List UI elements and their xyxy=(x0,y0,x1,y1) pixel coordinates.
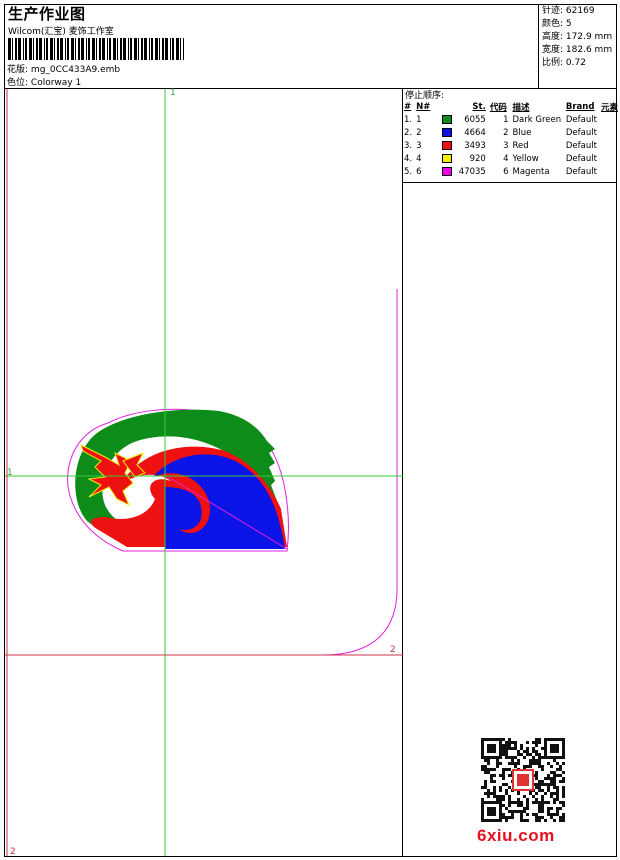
col-needle: N# xyxy=(416,101,431,112)
magenta-corner-arc xyxy=(322,289,398,656)
row-brand: Default xyxy=(565,127,597,138)
row-index: 2. xyxy=(404,127,413,138)
row-index: 5. xyxy=(404,166,413,177)
row-description: Dark Green xyxy=(512,114,562,125)
table-header-row: # N# St. 代码 描述 Brand 元素 xyxy=(402,100,620,113)
row-needle: 1 xyxy=(416,114,422,125)
col-element: 元素 xyxy=(600,102,618,113)
stats-panel: 针迹: 62169 颜色: 5 高度: 172.9 mm 宽度: 182.6 m… xyxy=(542,5,612,70)
page-title: 生产作业图 xyxy=(8,5,86,23)
row-description: Yellow xyxy=(512,153,539,164)
row-description: Blue xyxy=(512,127,532,138)
stat-colors: 颜色: 5 xyxy=(542,19,572,29)
row-index: 1. xyxy=(404,114,413,125)
axis-label-right: 2 xyxy=(390,645,396,655)
row-element xyxy=(599,126,620,139)
color-swatch xyxy=(442,114,453,124)
stat-stitches: 针迹: 62169 xyxy=(542,6,595,16)
col-code: 代码 xyxy=(489,102,507,113)
row-stitches: 3493 xyxy=(464,140,486,151)
row-element xyxy=(599,152,620,165)
colorway-label: 色位: xyxy=(7,78,29,88)
company-subtitle: Wilcom(汇宝) 麦饰工作室 xyxy=(8,27,114,37)
row-needle: 2 xyxy=(416,127,422,138)
row-element xyxy=(599,139,620,152)
row-brand: Default xyxy=(565,153,597,164)
qr-code-icon xyxy=(481,738,565,822)
row-brand: Default xyxy=(565,114,597,125)
row-description: Magenta xyxy=(512,166,550,177)
stat-height: 高度: 172.9 mm xyxy=(542,32,613,42)
color-swatch xyxy=(442,127,453,137)
row-code: 3 xyxy=(503,140,509,151)
row-brand: Default xyxy=(565,166,597,177)
colorway-value: Colorway 1 xyxy=(30,78,82,88)
color-sequence-table: # N# St. 代码 描述 Brand 元素 1. 1 6055 1 Dark Gre… xyxy=(402,100,620,178)
col-stitches: St. xyxy=(472,101,486,112)
row-swatch xyxy=(440,126,455,139)
design-label: 花版: xyxy=(7,65,29,75)
col-brand: Brand xyxy=(565,101,595,112)
row-code: 1 xyxy=(503,114,509,125)
table-row: 1. 1 6055 1 Dark Green Default xyxy=(402,113,620,126)
row-description: Red xyxy=(512,140,529,151)
row-index: 4. xyxy=(404,153,413,164)
row-element xyxy=(599,113,620,126)
stat-scale: 比例: 0.72 xyxy=(542,58,586,68)
color-swatch xyxy=(442,166,453,176)
axis-label-bottom: 2 xyxy=(10,847,16,857)
axis-label-top: 1 xyxy=(170,88,176,98)
color-swatch xyxy=(442,140,453,150)
row-swatch xyxy=(440,152,455,165)
table-row: 4. 4 920 4 Yellow Default xyxy=(402,152,620,165)
barcode-icon xyxy=(8,38,184,60)
row-stitches: 6055 xyxy=(464,114,486,125)
row-needle: 6 xyxy=(416,166,422,177)
table-row: 5. 6 47035 6 Magenta Default xyxy=(402,165,620,178)
colorway-line: 色位: Colorway 1 xyxy=(7,75,81,88)
row-brand: Default xyxy=(565,140,597,151)
design-file-line: 花版: mg_0CC433A9.emb xyxy=(7,62,120,75)
row-needle: 3 xyxy=(416,140,422,151)
row-code: 6 xyxy=(503,166,509,177)
col-index: # xyxy=(404,101,412,112)
table-bottom-divider xyxy=(402,182,617,183)
table-row: 2. 2 4664 2 Blue Default xyxy=(402,126,620,139)
row-swatch xyxy=(440,139,455,152)
row-stitches: 4664 xyxy=(464,127,486,138)
design-canvas xyxy=(5,89,403,856)
stat-width: 宽度: 182.6 mm xyxy=(542,45,613,55)
table-row: 3. 3 3493 3 Red Default xyxy=(402,139,620,152)
row-code: 4 xyxy=(503,153,509,164)
color-swatch xyxy=(442,153,453,163)
row-index: 3. xyxy=(404,140,413,151)
row-stitches: 47035 xyxy=(458,166,486,177)
stats-divider xyxy=(538,4,539,88)
watermark-text: 6xiu.com xyxy=(477,826,555,845)
row-stitches: 920 xyxy=(469,153,486,164)
col-description: 描述 xyxy=(512,102,530,113)
design-filename: mg_0CC433A9.emb xyxy=(30,65,121,75)
row-swatch xyxy=(440,165,455,178)
row-code: 2 xyxy=(503,127,509,138)
row-element xyxy=(599,165,620,178)
row-needle: 4 xyxy=(416,153,422,164)
axis-label-left: 1 xyxy=(7,468,13,478)
row-swatch xyxy=(440,113,455,126)
col-swatch xyxy=(440,100,455,113)
